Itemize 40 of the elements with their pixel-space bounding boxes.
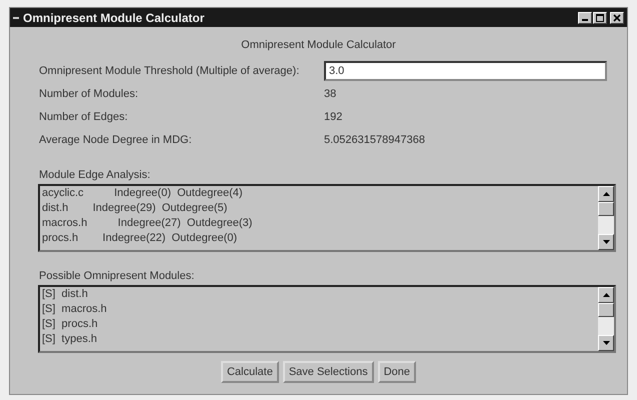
scroll-thumb[interactable] — [598, 202, 614, 216]
minimize-button[interactable] — [578, 12, 592, 24]
stat-label: Number of Modules: — [38, 86, 140, 102]
dialog-button[interactable]: Calculate — [220, 361, 279, 383]
stat-value: 192 — [324, 110, 344, 124]
scroll-down-icon[interactable] — [598, 234, 614, 250]
scrollbar[interactable] — [598, 287, 614, 351]
minimize-icon — [582, 19, 588, 21]
scrollbar[interactable] — [598, 186, 614, 250]
stat-value: 5.052631578947368 — [324, 132, 426, 148]
list-item[interactable]: [S] types.h — [42, 332, 596, 347]
maximize-button[interactable] — [593, 12, 607, 24]
maximize-icon — [596, 14, 604, 22]
dialog-button[interactable]: Save Selections — [282, 361, 374, 383]
threshold-input[interactable]: 3.0 — [324, 60, 607, 80]
stat-label: Number of Edges: — [38, 110, 129, 124]
section-label: Possible Omnipresent Modules: — [39, 270, 196, 282]
dialog-button[interactable]: Done — [378, 361, 416, 383]
list-item[interactable]: macros.h Indegree(27) Outdegree(3) — [42, 216, 596, 231]
scroll-up-icon[interactable] — [598, 287, 614, 303]
section-label: Module Edge Analysis: — [39, 169, 152, 181]
close-button[interactable] — [610, 12, 624, 24]
omnipresent-modules-list[interactable]: [S] dist.h [S] macros.h [S] procs.h [S] types.h — [38, 285, 616, 353]
close-icon — [613, 14, 621, 22]
list-item[interactable]: [S] dist.h — [42, 287, 596, 302]
scroll-thumb[interactable] — [598, 303, 614, 317]
list-item[interactable]: [S] procs.h — [42, 317, 596, 332]
edge-analysis-list[interactable]: acyclic.c Indegree(0) Outdegree(4) dist.h Indegree(29) Outdegree(5) macros.h Indegree(27) Outdegree(3) procs.h Indegree(22) Outdegree(0) — [38, 184, 616, 252]
window-title: Omnipresent Module Calculator — [23, 10, 206, 24]
scroll-up-icon[interactable] — [598, 186, 614, 202]
system-menu-icon[interactable] — [13, 16, 19, 18]
list-item[interactable]: dist.h Indegree(29) Outdegree(5) — [42, 201, 596, 216]
list-item[interactable]: procs.h Indegree(22) Outdegree(0) — [42, 231, 596, 246]
stat-value: 38 — [324, 86, 338, 102]
dialog-heading: Omnipresent Module Calculator — [240, 39, 397, 51]
list-item[interactable]: acyclic.c Indegree(0) Outdegree(4) — [42, 186, 596, 201]
stat-label: Average Node Degree in MDG: — [38, 132, 193, 148]
scroll-down-icon[interactable] — [598, 335, 614, 351]
list-item[interactable]: [S] macros.h — [42, 302, 596, 317]
field-label: Omnipresent Module Threshold (Multiple of average): — [38, 64, 300, 78]
